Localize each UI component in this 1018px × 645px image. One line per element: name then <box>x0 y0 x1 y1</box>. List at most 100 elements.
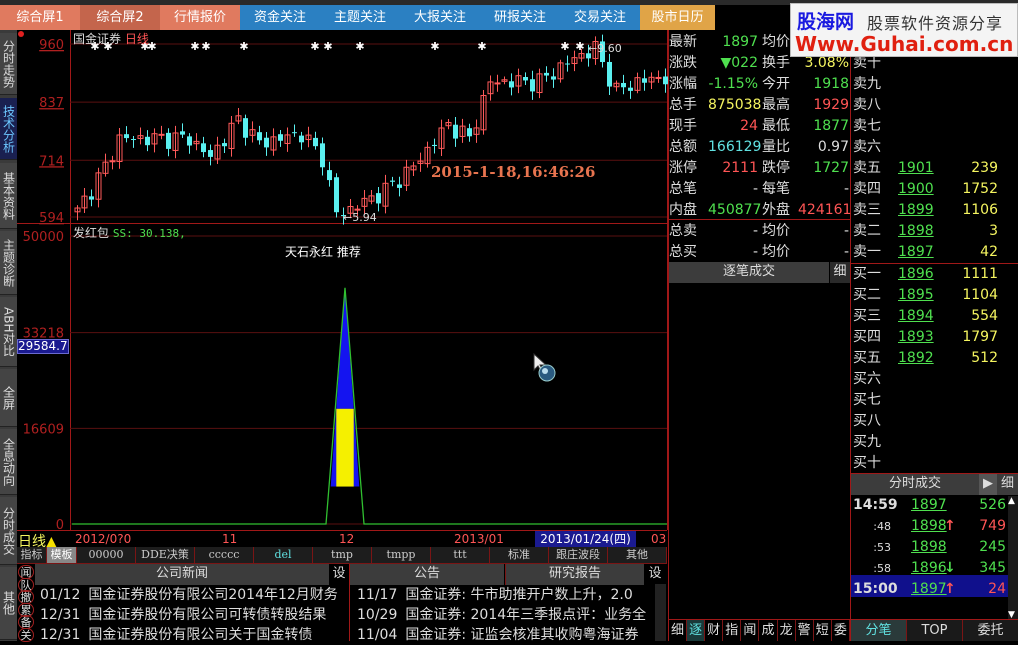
order-price[interactable] <box>898 137 932 158</box>
order-price[interactable] <box>898 116 932 137</box>
bottom-tab-9[interactable]: 委 <box>832 620 850 641</box>
price-tick: 714 <box>39 154 64 169</box>
company-news-settings[interactable]: 设 <box>330 564 348 585</box>
order-price[interactable]: 1893 <box>898 327 934 348</box>
quote-label: 总买 <box>669 244 697 260</box>
announcement-tab[interactable]: 公告 <box>350 564 504 585</box>
trade-volume: 749 <box>979 518 1006 534</box>
company-news-item[interactable]: 01/12 国金证券股份有限公司2014年12月财务 <box>40 585 348 605</box>
bottom-tab-3[interactable]: 指 <box>723 620 742 641</box>
indicator-tab-7[interactable]: tmpp <box>372 547 431 563</box>
watermark-slogan: 股票软件资源分享 <box>867 14 1004 33</box>
report-item[interactable]: 10/29 国金证券: 2014年三季报点评：业务全 <box>357 605 653 625</box>
order-price[interactable] <box>898 411 932 432</box>
indicator-tab-3[interactable]: DDE决策 <box>136 547 195 563</box>
order-price[interactable] <box>898 369 932 390</box>
trades-scrollbar[interactable]: ▲ ▼ <box>1008 496 1018 620</box>
report-item[interactable]: 11/04 国金证券: 证监会核准其收购粤海证券 <box>357 625 653 645</box>
trades-detail-button[interactable]: 细 <box>997 474 1018 495</box>
bottom-tab-1[interactable]: 逐 <box>687 620 706 641</box>
news-title: 国金证券: 2014年三季报点评：业务全 <box>405 607 647 623</box>
expand-button[interactable]: ▶ <box>979 474 997 495</box>
tab-6[interactable]: 研报关注 <box>480 5 560 30</box>
order-price[interactable]: 1898 <box>898 221 934 242</box>
report-item[interactable]: 11/17 国金证券: 牛市助推开户数上升，2.0 <box>357 585 653 605</box>
tab-5[interactable]: 大报关注 <box>400 5 480 30</box>
quote-value: 0.97 <box>817 139 849 155</box>
research-settings[interactable]: 设 <box>645 564 665 585</box>
tab-7[interactable]: 交易关注 <box>560 5 640 30</box>
bottom-tab-6[interactable]: 龙 <box>778 620 796 641</box>
news-icon-0[interactable]: 闻 <box>18 565 34 579</box>
bottom-tab-8[interactable]: 短 <box>814 620 832 641</box>
indicator-tab-5[interactable]: del <box>254 547 313 563</box>
indicator-tab-2[interactable]: 00000 <box>77 547 136 563</box>
bottom-tab-7[interactable]: 警 <box>796 620 814 641</box>
candle-body <box>299 135 304 143</box>
order-price[interactable]: 1899 <box>898 200 934 221</box>
indicator-tab-10[interactable]: 跟庄波段 <box>549 547 608 563</box>
candle-body <box>565 63 570 65</box>
indicator-tab-11[interactable]: 其他 <box>608 547 667 563</box>
order-price[interactable] <box>898 432 932 453</box>
bid-label: 买四 <box>853 329 881 345</box>
bottom-tab-0[interactable]: 细 <box>669 620 687 641</box>
order-price[interactable]: 1894 <box>898 306 934 327</box>
order-price[interactable] <box>898 74 932 95</box>
price-chart[interactable]: 960837714594✱ ✱ ✱✱ ✱ ✱ ✱ ✱ ✱ ✱ ✱ ✱ ✱ ✱ ←9.60←5.945000… <box>0 30 668 541</box>
quote-panel: 最新 1897 均价 涨跌 ▼022 换手 3.08% 涨幅 -1.15% 今开 1918 总手 875… <box>668 30 1018 641</box>
order-price[interactable]: 1892 <box>898 348 934 369</box>
quote-value: - <box>752 223 758 239</box>
company-news-item[interactable]: 12/31 国金证券股份有限公司可转债转股结果 <box>40 605 348 625</box>
indicator-tab-8[interactable]: ttt <box>431 547 490 563</box>
company-news-item[interactable]: 12/31 国金证券股份有限公司关于国金转债 <box>40 625 348 645</box>
order-volume: 1797 <box>962 329 998 345</box>
candle-body <box>551 76 556 80</box>
indicator-tab-1[interactable]: 模板 <box>47 547 77 563</box>
indicator-tab-4[interactable]: ccccc <box>195 547 254 563</box>
trade-tab-2[interactable]: 委托 <box>963 620 1018 641</box>
indicator-tab-0[interactable]: 指标 <box>17 547 47 563</box>
order-price[interactable] <box>898 95 932 116</box>
order-price[interactable]: 1896 <box>898 264 934 285</box>
order-price[interactable]: 1895 <box>898 285 934 306</box>
company-news-header[interactable]: 公司新闻 <box>35 564 329 585</box>
order-price[interactable] <box>898 390 932 411</box>
tab-8[interactable]: 股市日历 <box>640 5 715 30</box>
order-price[interactable] <box>898 453 932 474</box>
order-price[interactable]: 1901 <box>898 158 934 179</box>
tab-2[interactable]: 行情报价 <box>160 5 240 30</box>
trade-tab-1[interactable]: TOP <box>907 620 963 641</box>
quote-value: 1877 <box>813 118 849 134</box>
candle-body <box>607 61 612 87</box>
news-icon-2[interactable]: 撤 <box>18 590 34 604</box>
quote-label: 总额 <box>669 139 697 155</box>
side-tab-8[interactable]: 其他 <box>0 567 17 640</box>
news-scrollbar[interactable] <box>655 584 666 641</box>
indicator-tab-6[interactable]: tmp <box>313 547 372 563</box>
quote-label: 今开 <box>762 76 790 92</box>
bottom-tab-4[interactable]: 闻 <box>741 620 760 641</box>
tick-panel-header[interactable]: 逐笔成交 <box>669 262 829 283</box>
candle-body <box>201 143 206 153</box>
quote-value: ▼022 <box>720 55 759 71</box>
indicator-tab-9[interactable]: 标准 <box>490 547 549 563</box>
research-report-tab[interactable]: 研究报告 <box>505 564 644 585</box>
order-price[interactable]: 1900 <box>898 179 934 200</box>
tab-4[interactable]: 主题关注 <box>320 5 400 30</box>
bottom-tab-5[interactable]: 成 <box>760 620 778 641</box>
quote-label: 最低 <box>762 118 790 134</box>
candle-body <box>166 132 171 149</box>
trade-tab-0[interactable]: 分笔 <box>851 620 907 641</box>
tab-0[interactable]: 综合屏1 <box>0 5 80 30</box>
order-volume: 554 <box>971 308 998 324</box>
order-price[interactable]: 1897 <box>898 242 934 263</box>
news-icon-4[interactable]: 备 <box>18 615 34 629</box>
ask-label: 卖六 <box>853 139 881 155</box>
tab-1[interactable]: 综合屏2 <box>80 5 160 30</box>
tick-detail-button[interactable]: 细 <box>830 262 850 283</box>
bottom-tab-2[interactable]: 财 <box>705 620 724 641</box>
tab-3[interactable]: 资金关注 <box>240 5 320 30</box>
quote-value: 2111 <box>722 160 758 176</box>
news-icon-5[interactable]: 关 <box>18 627 34 642</box>
